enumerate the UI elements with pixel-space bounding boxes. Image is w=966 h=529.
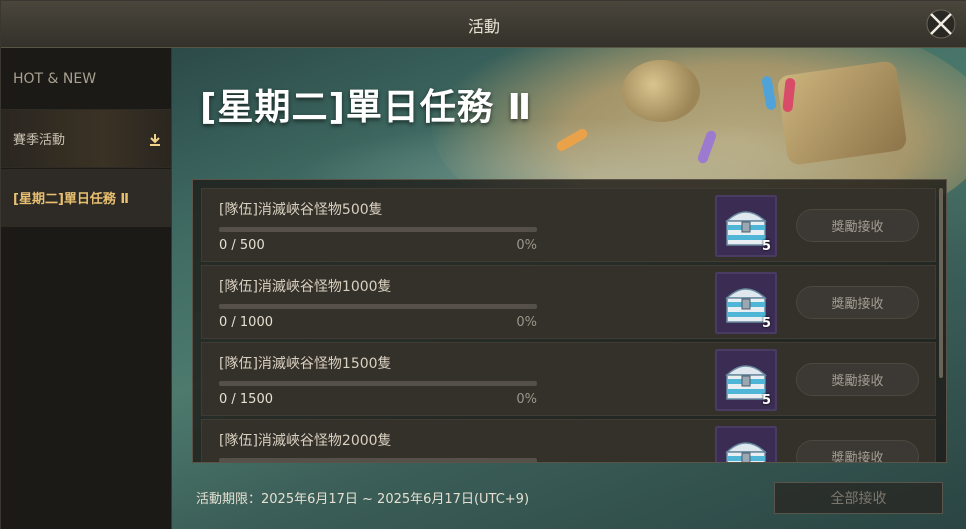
sidebar-item-label: [星期二]單日任務 Ⅱ: [13, 192, 129, 207]
list-scrollbar[interactable]: [939, 188, 943, 378]
reward-slot[interactable]: 5: [715, 349, 777, 411]
page-title: [星期二]單日任務 Ⅱ: [200, 87, 533, 128]
progress-bar: [219, 381, 537, 386]
progress-percent: 0%: [516, 392, 537, 407]
close-button[interactable]: [925, 8, 957, 40]
reward-quantity: 5: [761, 393, 771, 408]
mission-name: [隊伍]消滅峽谷怪物1500隻: [219, 356, 392, 372]
sidebar-item-season-events[interactable]: 賽季活動: [1, 110, 171, 168]
download-arrow-icon: [150, 134, 160, 146]
reward-quantity: 5: [761, 316, 771, 331]
claim-all-button[interactable]: 全部接收: [774, 482, 943, 514]
mission-name: [隊伍]消滅峽谷怪物500隻: [219, 202, 383, 218]
claim-reward-button[interactable]: 獎勵接收: [796, 440, 919, 462]
progress-bar: [219, 458, 537, 462]
progress-bar: [219, 227, 537, 232]
close-icon: [926, 9, 956, 39]
progress-percent: 0%: [516, 315, 537, 330]
progress-count: 0 / 500: [219, 238, 265, 253]
progress-percent: 0%: [516, 238, 537, 253]
mission-row: [隊伍]消滅峽谷怪物2000隻 獎勵接收: [201, 419, 936, 462]
banner-hut-art: [776, 60, 908, 166]
progress-count: 0 / 1000: [219, 315, 273, 330]
progress-bar: [219, 304, 537, 309]
mission-name: [隊伍]消滅峽谷怪物2000隻: [219, 433, 392, 449]
mission-row: [隊伍]消滅峽谷怪物1500隻 0 / 1500 0% 5 獎勵接收: [201, 342, 936, 416]
mission-name: [隊伍]消滅峽谷怪物1000隻: [219, 279, 392, 295]
sidebar-item-tuesday-daily[interactable]: [星期二]單日任務 Ⅱ: [1, 169, 171, 227]
event-period: 活動期限：2025年6月17日 ~ 2025年6月17日(UTC+9): [196, 492, 530, 507]
claim-reward-button[interactable]: 獎勵接收: [796, 209, 919, 242]
reward-slot[interactable]: 5: [715, 195, 777, 257]
reward-slot[interactable]: [715, 426, 777, 462]
window-title: 活動: [467, 17, 500, 36]
sidebar-item-label: 賽季活動: [13, 133, 66, 148]
sidebar-item-label: HOT & NEW: [13, 70, 97, 87]
mission-row: [隊伍]消滅峽谷怪物1000隻 0 / 1000 0% 5 獎勵接收: [201, 265, 936, 339]
claim-reward-button[interactable]: 獎勵接收: [796, 286, 919, 319]
claim-reward-button[interactable]: 獎勵接收: [796, 363, 919, 396]
mission-list[interactable]: [隊伍]消滅峽谷怪物500隻 0 / 500 0% 5 獎勵接收 [隊伍]消滅峽…: [192, 179, 947, 463]
reward-quantity: 5: [761, 239, 771, 254]
banner-umbrella-art: [622, 60, 700, 122]
reward-slot[interactable]: 5: [715, 272, 777, 334]
mission-row: [隊伍]消滅峽谷怪物500隻 0 / 500 0% 5 獎勵接收: [201, 188, 936, 262]
treasure-chest-icon: [717, 428, 775, 462]
progress-count: 0 / 1500: [219, 392, 273, 407]
title-bar: 活動: [1, 1, 966, 48]
sidebar: HOT & NEW 賽季活動 [星期二]單日任務 Ⅱ: [1, 48, 172, 529]
event-window: 活動 HOT & NEW 賽季活動 [星期二]單日任務 Ⅱ [星期二]單日任務 …: [0, 0, 966, 529]
sidebar-item-hot-new[interactable]: HOT & NEW: [1, 48, 171, 110]
main-panel: [星期二]單日任務 Ⅱ [隊伍]消滅峽谷怪物500隻 0 / 500 0% 5 …: [172, 48, 966, 529]
